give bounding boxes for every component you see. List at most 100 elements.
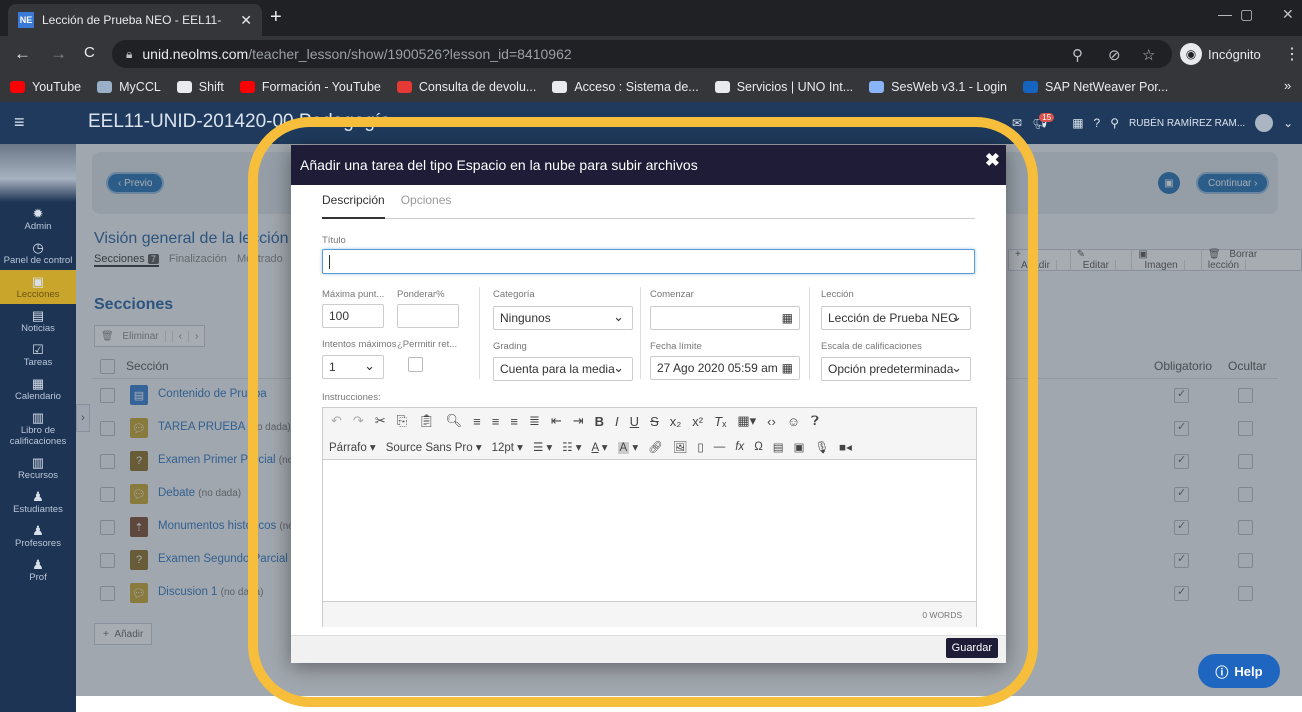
- sidebar-item-label: Profesores: [15, 538, 61, 549]
- sidebar-item-libro-de-calificaciones[interactable]: ▥ Libro de calificaciones: [0, 406, 76, 451]
- sidebar-item-prof[interactable]: ♟ Prof: [0, 553, 76, 587]
- sidebar-item-label: Admin: [24, 221, 52, 232]
- url-host: unid.neolms.com: [142, 46, 249, 62]
- bookmark-item[interactable]: Consulta de devolu...: [396, 80, 537, 94]
- lock-icon: 🔒︎: [126, 46, 133, 61]
- user-icon: ♟: [32, 523, 44, 538]
- sidebar-item-label: Noticias: [21, 323, 55, 334]
- close-tab-icon[interactable]: ✕: [240, 12, 252, 29]
- sidebar-item-label: Tareas: [23, 357, 53, 368]
- address-bar[interactable]: 🔒︎ unid.neolms.com /teacher_lesson/show/…: [112, 40, 1172, 68]
- announcement-icon[interactable]: 📢︎15: [1032, 113, 1062, 130]
- sidebar-item-noticias[interactable]: ▤ Noticias: [0, 304, 76, 338]
- user-name[interactable]: RUBÉN RAMÍREZ RAM...: [1129, 118, 1245, 129]
- sidebar-item-estudiantes[interactable]: ♟ Estudiantes: [0, 485, 76, 519]
- bookmark-favicon-icon: [1022, 81, 1038, 93]
- bookmarks-bar: YouTube MyCCL Shift Formación - YouTube Cons…: [0, 72, 1302, 102]
- user-icon: ♟: [32, 489, 44, 504]
- sidebar-item-label: Prof: [29, 572, 47, 583]
- calendar-icon: ▦: [31, 376, 45, 391]
- sidebar-item-admin[interactable]: ✹ Admin: [0, 202, 76, 236]
- help-circle-icon: ⓘ: [1215, 664, 1229, 680]
- incognito-icon: ◉: [1180, 43, 1202, 65]
- bookmark-favicon-icon: [176, 81, 192, 93]
- bookmark-item[interactable]: Shift: [176, 80, 224, 94]
- minimize-icon[interactable]: —: [1218, 6, 1232, 22]
- bookmark-label: Servicios | UNO Int...: [736, 80, 854, 94]
- new-tab-icon[interactable]: +: [270, 6, 282, 29]
- zoom-icon[interactable]: ⚲: [1072, 46, 1083, 64]
- book-icon: ▣: [31, 274, 45, 289]
- search-icon[interactable]: ⚲: [1110, 116, 1119, 130]
- bookmark-label: Acceso : Sistema de...: [574, 80, 699, 94]
- sidebar-item-label: Libro de calificaciones: [9, 425, 67, 447]
- bookmark-label: SesWeb v3.1 - Login: [891, 80, 1007, 94]
- check-icon: ☑: [32, 342, 44, 357]
- bookmark-label: YouTube: [32, 80, 82, 94]
- url-path: /teacher_lesson/show/1900526?lesson_id=8…: [248, 46, 572, 62]
- gradebook-icon: ▥: [31, 410, 45, 425]
- bookmark-favicon-icon: [869, 81, 885, 93]
- bookmark-label: SAP NetWeaver Por...: [1044, 80, 1169, 94]
- dashboard-icon: ◷: [32, 240, 44, 255]
- course-banner-image: [0, 144, 76, 202]
- bookmark-item[interactable]: SAP NetWeaver Por...: [1022, 80, 1169, 94]
- bookmark-favicon-icon: [552, 81, 568, 93]
- sidebar-item-label: Recursos: [17, 470, 59, 481]
- bookmark-favicon-icon: [97, 81, 113, 93]
- back-icon[interactable]: ←: [14, 44, 31, 64]
- gear-icon: ✹: [32, 206, 44, 221]
- sidebar-item-tareas[interactable]: ☑ Tareas: [0, 338, 76, 372]
- sidebar-item-label: Calendario: [15, 391, 61, 402]
- annotation-highlight-frame: [248, 117, 1038, 707]
- sidebar-item-profesores[interactable]: ♟ Profesores: [0, 519, 76, 553]
- app-sidebar: ✹ Admin ◷ Panel de control ▣ Lecciones ▤ Notici…: [0, 144, 76, 712]
- sidebar-item-recursos[interactable]: ▥ Recursos: [0, 451, 76, 485]
- sidebar-item-label: Panel de control: [3, 255, 73, 266]
- bookmark-label: Formación - YouTube: [261, 80, 381, 94]
- bookmark-label: Consulta de devolu...: [418, 80, 537, 94]
- bookmark-item[interactable]: YouTube: [10, 80, 81, 94]
- sidebar-item-panel-de-control[interactable]: ◷ Panel de control: [0, 236, 76, 270]
- header-icons: ✉ 📢︎15 ▦ ? ⚲ RUBÉN RAMÍREZ RAM... ⌄: [1012, 113, 1293, 132]
- sidebar-item-lecciones[interactable]: ▣ Lecciones: [0, 270, 76, 304]
- bookmark-item[interactable]: Acceso : Sistema de...: [552, 80, 699, 94]
- bookmark-item[interactable]: SesWeb v3.1 - Login: [869, 80, 1007, 94]
- bookmark-star-icon[interactable]: ☆: [1142, 46, 1155, 64]
- hamburger-icon[interactable]: ≡: [14, 112, 25, 133]
- reload-icon[interactable]: C: [84, 44, 95, 61]
- sidebar-item-calendario[interactable]: ▦ Calendario: [0, 372, 76, 406]
- bookmark-favicon-icon: [396, 81, 412, 93]
- mail-icon[interactable]: ✉: [1012, 116, 1022, 130]
- more-bookmarks-icon[interactable]: »: [1284, 78, 1291, 93]
- grid-icon[interactable]: ▦: [1072, 116, 1083, 130]
- bookmark-item[interactable]: Servicios | UNO Int...: [714, 80, 854, 94]
- help-button[interactable]: ⓘ Help: [1198, 654, 1280, 688]
- bookmark-favicon-icon: [714, 81, 730, 93]
- library-icon: ▥: [31, 455, 45, 470]
- site-favicon: NE: [18, 12, 34, 28]
- bookmark-item[interactable]: Formación - YouTube: [239, 80, 381, 94]
- sidebar-item-label: Estudiantes: [13, 504, 63, 515]
- browser-tab[interactable]: NE Lección de Prueba NEO - EEL11- ✕: [8, 4, 262, 36]
- menu-kebab-icon[interactable]: ⋮: [1284, 44, 1300, 64]
- user-icon: ♟: [32, 557, 44, 572]
- notification-badge: 15: [1039, 113, 1055, 122]
- tracking-blocked-icon[interactable]: ⊘: [1108, 46, 1121, 64]
- close-window-icon[interactable]: ✕: [1282, 6, 1294, 23]
- help-square-icon[interactable]: ?: [1094, 116, 1101, 130]
- news-icon: ▤: [31, 308, 45, 323]
- restore-icon[interactable]: ▢: [1240, 6, 1253, 23]
- bookmark-label: Shift: [198, 80, 224, 94]
- bookmark-favicon-icon: [239, 81, 255, 93]
- chevron-down-icon[interactable]: ⌄: [1283, 116, 1293, 130]
- bookmark-favicon-icon: [10, 81, 25, 93]
- sidebar-item-label: Lecciones: [16, 289, 60, 300]
- bookmark-item[interactable]: MyCCL: [97, 80, 161, 94]
- bookmark-label: MyCCL: [119, 80, 161, 94]
- user-avatar[interactable]: [1255, 114, 1274, 132]
- incognito-indicator[interactable]: ◉ Incógnito: [1180, 43, 1261, 65]
- forward-icon[interactable]: →: [50, 44, 67, 64]
- tab-title: Lección de Prueba NEO - EEL11-: [42, 13, 222, 27]
- incognito-label: Incógnito: [1208, 46, 1261, 62]
